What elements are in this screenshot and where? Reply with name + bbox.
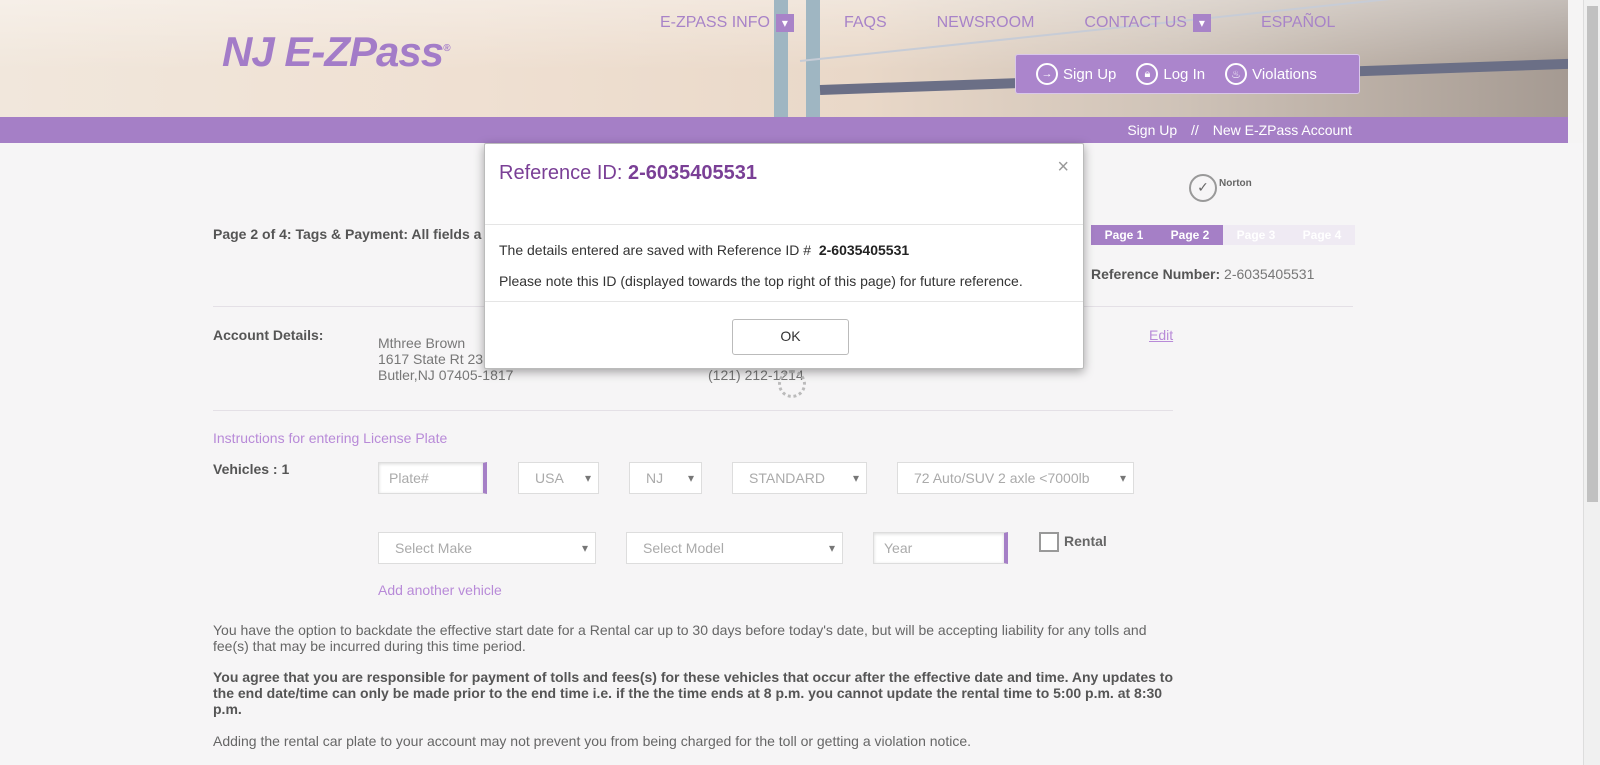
rental-label: Rental <box>1064 533 1107 549</box>
modal-saved-text: The details entered are saved with Refer… <box>499 242 812 258</box>
nav-ezpass-info-label: E-ZPASS INFO <box>660 14 770 31</box>
page-step-title: Page 2 of 4: Tags & Payment: All fields … <box>213 226 482 242</box>
modal-divider <box>485 301 1083 302</box>
add-another-vehicle-link[interactable]: Add another vehicle <box>378 582 502 598</box>
checkmark-icon: ✓ <box>1189 174 1217 202</box>
country-select[interactable]: USA <box>518 462 599 494</box>
modal-divider <box>485 224 1083 225</box>
nj-ezpass-logo[interactable]: NJ E-ZPass® <box>222 28 451 76</box>
vehicle-make-select[interactable]: Select Make <box>378 532 596 564</box>
modal-saved-message: The details entered are saved with Refer… <box>499 242 909 258</box>
breadcrumb-sign-up[interactable]: Sign Up <box>1127 122 1177 138</box>
rental-liability-agreement: You agree that you are responsible for p… <box>213 669 1174 717</box>
vehicle-class-select[interactable]: 72 Auto/SUV 2 axle <7000lb <box>897 462 1134 494</box>
vehicle-model-select[interactable]: Select Model <box>626 532 843 564</box>
modal-title-id: 2-6035405531 <box>627 162 757 184</box>
rental-checkbox[interactable] <box>1039 532 1059 552</box>
nav-newsroom[interactable]: NEWSROOM <box>937 14 1035 32</box>
modal-title: Reference ID: 2-6035405531 <box>499 162 757 185</box>
breadcrumb: Sign Up // New E-ZPass Account <box>1117 122 1352 138</box>
license-plate-instructions-link[interactable]: Instructions for entering License Plate <box>213 430 447 446</box>
norton-secured-badge[interactable]: ✓ Norton <box>1189 172 1257 210</box>
reference-number-label: Reference Number: <box>1091 266 1221 282</box>
vehicles-count-label: Vehicles : 1 <box>213 461 290 477</box>
page-step-3: Page 3 <box>1223 225 1289 245</box>
account-details-label: Account Details: <box>213 327 324 343</box>
reference-number-value: 2-6035405531 <box>1224 266 1315 282</box>
nav-espanol[interactable]: ESPAÑOL <box>1261 14 1335 32</box>
divider <box>213 410 1173 411</box>
page-step-4: Page 4 <box>1289 225 1355 245</box>
state-select[interactable]: NJ <box>629 462 702 494</box>
page-step-2: Page 2 <box>1157 225 1223 245</box>
account-city: Butler,NJ 07405-1817 <box>378 367 514 383</box>
loading-spinner-icon <box>778 370 806 398</box>
nav-espanol-label: ESPAÑOL <box>1260 14 1336 31</box>
breadcrumb-bar: Sign Up // New E-ZPass Account <box>0 117 1568 143</box>
lock-icon: 🔒︎ <box>1136 63 1159 85</box>
close-icon[interactable]: × <box>1057 156 1069 179</box>
rental-violation-note: Adding the rental car plate to your acco… <box>213 733 972 749</box>
norton-label: Norton <box>1219 178 1252 189</box>
sign-up-label: Sign Up <box>1063 65 1117 83</box>
plate-type-select[interactable]: STANDARD <box>732 462 867 494</box>
flame-icon: ♨ <box>1225 63 1248 85</box>
nav-ezpass-info[interactable]: E-ZPASS INFO ▾ <box>660 14 794 32</box>
chevron-down-icon[interactable]: ▾ <box>1192 14 1211 32</box>
violations-button[interactable]: ♨ Violations <box>1225 63 1317 85</box>
rental-backdate-note: You have the option to backdate the effe… <box>213 622 1147 654</box>
reference-id-modal: Reference ID: 2-6035405531 × The details… <box>484 143 1084 369</box>
page-step-1: Page 1 <box>1091 225 1157 245</box>
nav-newsroom-label: NEWSROOM <box>936 14 1035 31</box>
page-progress: Page 1 Page 2 Page 3 Page 4 <box>1091 225 1355 245</box>
chevron-down-icon[interactable]: ▾ <box>775 14 794 32</box>
modal-note-message: Please note this ID (displayed towards t… <box>499 273 1023 289</box>
account-action-bar: → Sign Up 🔒︎ Log In ♨ Violations <box>1015 54 1360 94</box>
log-in-button[interactable]: 🔒︎ Log In <box>1136 63 1205 85</box>
nav-contact-us[interactable]: CONTACT US ▾ <box>1084 14 1211 32</box>
scrollbar-thumb[interactable] <box>1587 6 1598 502</box>
nav-faqs-label: FAQS <box>843 14 887 31</box>
nav-contact-us-label: CONTACT US <box>1084 14 1187 31</box>
top-navigation: E-ZPASS INFO ▾ FAQS NEWSROOM CONTACT US … <box>660 14 1385 32</box>
page-scrollbar[interactable] <box>1583 0 1600 765</box>
site-header: NJ E-ZPass® E-ZPASS INFO ▾ FAQS NEWSROOM… <box>0 0 1568 117</box>
plate-number-input[interactable]: Plate# <box>378 462 487 494</box>
sign-up-button[interactable]: → Sign Up <box>1036 63 1116 85</box>
violations-label: Violations <box>1252 65 1317 83</box>
nav-faqs[interactable]: FAQS <box>844 14 887 32</box>
breadcrumb-new-account: New E-ZPass Account <box>1212 122 1352 138</box>
reference-number: Reference Number: 2-6035405531 <box>1091 266 1314 282</box>
edit-account-link[interactable]: Edit <box>1149 327 1173 343</box>
logo-text: NJ E-ZPass <box>222 28 444 75</box>
vehicle-year-input[interactable]: Year <box>873 532 1008 564</box>
arrow-circle-icon: → <box>1036 63 1058 85</box>
ok-button[interactable]: OK <box>732 319 849 355</box>
modal-saved-id: 2-6035405531 <box>818 242 910 258</box>
log-in-label: Log In <box>1163 65 1206 83</box>
breadcrumb-separator: // <box>1191 122 1199 138</box>
modal-title-prefix: Reference ID: <box>499 162 623 184</box>
logo-registered-mark: ® <box>443 43 450 54</box>
